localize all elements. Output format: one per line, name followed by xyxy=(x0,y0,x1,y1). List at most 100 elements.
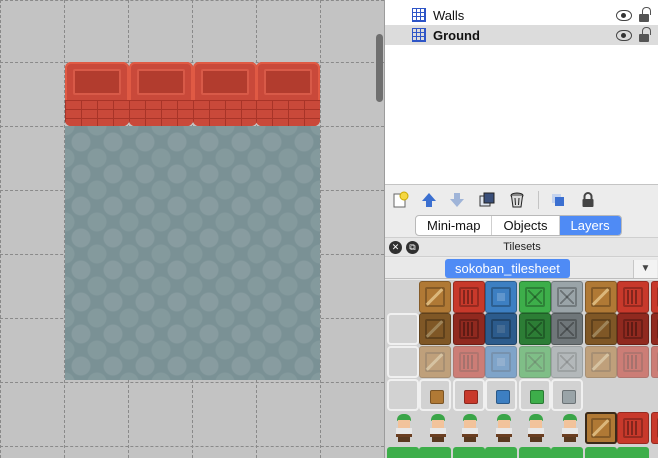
green-crate-tile[interactable] xyxy=(519,313,551,345)
map-canvas[interactable] xyxy=(0,0,384,458)
toolbar-separator xyxy=(538,191,539,209)
small-grey-block-tile[interactable] xyxy=(551,379,583,411)
tilesets-title: Tilesets xyxy=(503,241,541,253)
player-character-tile[interactable] xyxy=(525,414,547,442)
small-green-block-tile[interactable] xyxy=(519,379,551,411)
red-crate-tile[interactable] xyxy=(617,313,649,345)
empty-target-tile[interactable] xyxy=(387,346,419,378)
blue-crate-tile[interactable] xyxy=(485,281,517,313)
partial-tile[interactable] xyxy=(551,447,583,458)
grey-crate-tile[interactable] xyxy=(551,346,583,378)
small-blue-block-tile[interactable] xyxy=(485,379,517,411)
brown-crate-tile[interactable] xyxy=(419,281,451,313)
ground-tile[interactable] xyxy=(65,318,129,380)
ground-tile[interactable] xyxy=(256,318,320,380)
toggle-other-layers-icon[interactable] xyxy=(548,190,568,210)
layers-list[interactable]: Walls Ground xyxy=(385,0,658,185)
tile-layer-icon xyxy=(412,28,426,42)
ground-tile[interactable] xyxy=(193,126,257,190)
grid-line-horizontal xyxy=(0,446,384,447)
ground-tile[interactable] xyxy=(193,254,257,318)
red-crate-tile[interactable] xyxy=(651,313,658,345)
tileset-dropdown-chevron-icon[interactable]: ▼ xyxy=(633,260,657,278)
lock-layer-icon[interactable] xyxy=(578,190,598,210)
ground-tile[interactable] xyxy=(129,190,193,254)
tilesets-dock-header: ✕ ⧉ Tilesets xyxy=(385,237,658,257)
unlocked-padlock-icon[interactable] xyxy=(639,6,651,22)
lower-layer-icon[interactable] xyxy=(447,190,467,210)
wall-tile[interactable] xyxy=(256,62,320,126)
raise-layer-icon[interactable] xyxy=(419,190,439,210)
tileset-view[interactable] xyxy=(385,280,658,458)
red-crate-tile[interactable] xyxy=(651,412,658,444)
red-crate-tile[interactable] xyxy=(651,281,658,313)
duplicate-layer-icon[interactable] xyxy=(477,190,497,210)
partial-tile[interactable] xyxy=(617,447,649,458)
grey-crate-tile[interactable] xyxy=(551,281,583,313)
ground-tile[interactable] xyxy=(65,190,129,254)
player-character-tile[interactable] xyxy=(427,414,449,442)
red-crate-tile[interactable] xyxy=(617,412,649,444)
player-character-tile[interactable] xyxy=(459,414,481,442)
small-brown-block-tile[interactable] xyxy=(419,379,451,411)
brown-crate-tile[interactable] xyxy=(585,281,617,313)
red-crate-tile[interactable] xyxy=(617,346,649,378)
partial-tile[interactable] xyxy=(419,447,451,458)
ground-tile[interactable] xyxy=(193,318,257,380)
new-layer-icon[interactable] xyxy=(391,190,411,210)
layer-toolbar xyxy=(385,186,658,214)
red-crate-tile[interactable] xyxy=(453,281,485,313)
red-crate-tile[interactable] xyxy=(617,281,649,313)
wall-tile[interactable] xyxy=(129,62,193,126)
layer-row-ground[interactable]: Ground xyxy=(385,25,658,45)
ground-tile[interactable] xyxy=(65,126,129,190)
partial-tile[interactable] xyxy=(519,447,551,458)
partial-tile[interactable] xyxy=(585,447,617,458)
ground-tile[interactable] xyxy=(256,126,320,190)
small-red-block-tile[interactable] xyxy=(453,379,485,411)
tab-objects[interactable]: Objects xyxy=(492,216,560,235)
ground-tile[interactable] xyxy=(129,126,193,190)
blue-crate-tile[interactable] xyxy=(485,346,517,378)
partial-tile[interactable] xyxy=(387,447,419,458)
green-crate-tile[interactable] xyxy=(519,346,551,378)
empty-target-tile[interactable] xyxy=(387,379,419,411)
player-character-tile[interactable] xyxy=(559,414,581,442)
brown-crate-tile[interactable] xyxy=(585,346,617,378)
brown-crate-tile[interactable] xyxy=(419,346,451,378)
empty-target-tile[interactable] xyxy=(387,313,419,345)
tab-mini-map[interactable]: Mini-map xyxy=(416,216,493,235)
blue-crate-tile[interactable] xyxy=(485,313,517,345)
wall-tile[interactable] xyxy=(65,62,129,126)
red-crate-tile[interactable] xyxy=(453,313,485,345)
remove-layer-icon[interactable] xyxy=(507,190,527,210)
partial-tile[interactable] xyxy=(485,447,517,458)
grid-line-horizontal xyxy=(0,62,384,63)
vertical-scrollbar-thumb[interactable] xyxy=(376,34,383,102)
ground-tile[interactable] xyxy=(193,190,257,254)
layer-row-walls[interactable]: Walls xyxy=(385,5,658,25)
ground-tile[interactable] xyxy=(65,254,129,318)
green-crate-tile[interactable] xyxy=(519,281,551,313)
ground-tile[interactable] xyxy=(256,190,320,254)
ground-tile[interactable] xyxy=(129,318,193,380)
wall-tile[interactable] xyxy=(193,62,257,126)
layers-dock: Walls Ground Mini-map Objects Layers ✕ ⧉… xyxy=(384,0,658,458)
red-crate-tile[interactable] xyxy=(651,346,658,378)
brown-crate-tile[interactable] xyxy=(419,313,451,345)
player-character-tile[interactable] xyxy=(393,414,415,442)
partial-tile[interactable] xyxy=(453,447,485,458)
unlocked-padlock-icon[interactable] xyxy=(639,26,651,42)
visibility-eye-icon[interactable] xyxy=(616,29,632,41)
tileset-tab-sokoban[interactable]: sokoban_tilesheet xyxy=(445,259,570,278)
grey-crate-tile[interactable] xyxy=(551,313,583,345)
grid-line-horizontal xyxy=(0,0,384,1)
visibility-eye-icon[interactable] xyxy=(616,9,632,21)
brown-crate-tile[interactable] xyxy=(585,313,617,345)
brown-crate-tile[interactable] xyxy=(585,412,617,444)
red-crate-tile[interactable] xyxy=(453,346,485,378)
ground-tile[interactable] xyxy=(129,254,193,318)
ground-tile[interactable] xyxy=(256,254,320,318)
tab-layers[interactable]: Layers xyxy=(559,216,621,235)
player-character-tile[interactable] xyxy=(493,414,515,442)
